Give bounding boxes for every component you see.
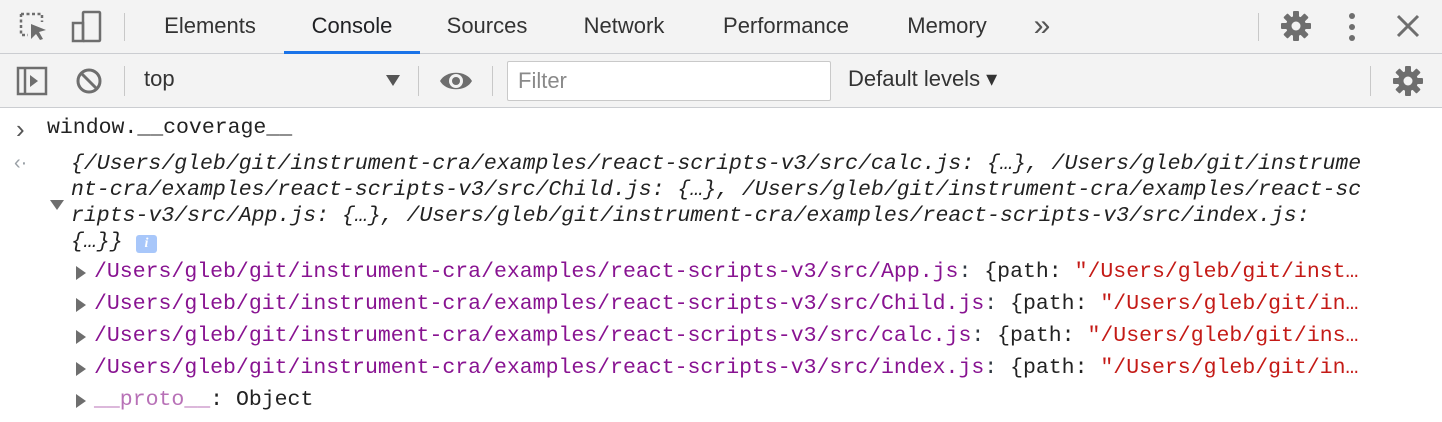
- result-prompt-icon: ‹·: [14, 152, 28, 174]
- clear-console-icon[interactable]: [74, 66, 104, 96]
- property-key: /Users/gleb/git/instrument-cra/examples/…: [94, 260, 959, 284]
- toolbar-divider: [124, 66, 125, 96]
- more-tabs-button[interactable]: »: [1022, 0, 1062, 53]
- tab-sources[interactable]: Sources: [425, 0, 549, 53]
- property-text: /Users/gleb/git/instrument-cra/examples/…: [94, 324, 1414, 348]
- expand-arrow-icon[interactable]: [76, 330, 86, 344]
- property-key: /Users/gleb/git/instrument-cra/examples/…: [94, 324, 972, 348]
- expand-arrow-icon[interactable]: [76, 266, 86, 280]
- property-colon: :: [971, 324, 998, 348]
- inspect-element-icon[interactable]: [18, 11, 50, 43]
- toolbar-divider: [1258, 13, 1259, 41]
- live-expression-eye-icon[interactable]: [438, 67, 474, 95]
- property-preview-label: {path:: [1010, 292, 1101, 316]
- property-preview-value: "/Users/gleb/git/ins…: [1087, 324, 1359, 348]
- object-summary-line: nt-cra/examples/react-scripts-v3/src/Chi…: [71, 178, 1362, 202]
- tab-console[interactable]: Console: [284, 0, 420, 54]
- property-colon: :: [984, 356, 1011, 380]
- info-badge-icon[interactable]: i: [136, 235, 157, 253]
- property-preview-label: {path:: [984, 260, 1075, 284]
- expand-arrow-icon[interactable]: [76, 394, 86, 408]
- property-key: /Users/gleb/git/instrument-cra/examples/…: [94, 356, 985, 380]
- property-row[interactable]: /Users/gleb/git/instrument-cra/examples/…: [76, 292, 1406, 322]
- device-toolbar-icon[interactable]: [70, 10, 104, 44]
- property-text: /Users/gleb/git/instrument-cra/examples/…: [94, 356, 1414, 380]
- property-colon: :: [984, 292, 1011, 316]
- property-text: /Users/gleb/git/instrument-cra/examples/…: [94, 260, 1414, 284]
- expand-arrow-icon[interactable]: [76, 298, 86, 312]
- property-preview-label: {path:: [1010, 356, 1101, 380]
- proto-row[interactable]: __proto__: Object: [76, 388, 1406, 418]
- tab-performance[interactable]: Performance: [700, 0, 872, 53]
- close-icon[interactable]: [1395, 13, 1421, 39]
- filter-input[interactable]: [507, 61, 831, 101]
- log-levels-dropdown[interactable]: Default levels ▾: [848, 66, 997, 92]
- toolbar-divider: [124, 13, 125, 41]
- property-preview-label: {path:: [997, 324, 1088, 348]
- tab-network[interactable]: Network: [560, 0, 688, 53]
- object-summary-line: ripts-v3/src/App.js: {…}, /Users/gleb/gi…: [71, 204, 1310, 228]
- input-prompt-icon: ›: [16, 114, 25, 144]
- property-preview-value: "/Users/gleb/git/in…: [1100, 292, 1359, 316]
- devtools-tab-bar: Elements Console Sources Network Perform…: [0, 0, 1442, 54]
- console-input-echo: window.__coverage__: [47, 116, 293, 140]
- object-summary-line: {/Users/gleb/git/instrument-cra/examples…: [71, 152, 1362, 176]
- property-row[interactable]: /Users/gleb/git/instrument-cra/examples/…: [76, 356, 1406, 386]
- property-preview-value: "/Users/gleb/git/in…: [1100, 356, 1359, 380]
- tab-elements[interactable]: Elements: [145, 0, 275, 53]
- proto-value: Object: [235, 388, 314, 412]
- more-options-icon[interactable]: [1340, 11, 1364, 43]
- toolbar-divider: [1370, 66, 1371, 96]
- property-row[interactable]: /Users/gleb/git/instrument-cra/examples/…: [76, 324, 1406, 354]
- expand-toggle-icon[interactable]: [50, 200, 64, 210]
- property-preview-value: "/Users/gleb/git/inst…: [1074, 260, 1359, 284]
- property-text: /Users/gleb/git/instrument-cra/examples/…: [94, 292, 1414, 316]
- toolbar-divider: [418, 66, 419, 96]
- expand-arrow-icon[interactable]: [76, 362, 86, 376]
- property-row[interactable]: /Users/gleb/git/instrument-cra/examples/…: [76, 260, 1406, 290]
- context-label: top: [144, 66, 175, 91]
- proto-colon: :: [210, 388, 236, 412]
- settings-gear-icon[interactable]: [1280, 10, 1312, 42]
- object-summary-line: {…}}: [71, 230, 123, 254]
- proto-text: __proto__: Object: [94, 388, 313, 412]
- tab-memory[interactable]: Memory: [885, 0, 1009, 53]
- console-settings-gear-icon[interactable]: [1392, 65, 1424, 97]
- chevron-down-icon: [386, 75, 400, 86]
- toolbar-divider: [492, 66, 493, 96]
- console-sidebar-icon[interactable]: [16, 66, 48, 96]
- property-key: /Users/gleb/git/instrument-cra/examples/…: [94, 292, 985, 316]
- context-selector[interactable]: top: [132, 54, 410, 107]
- property-colon: :: [958, 260, 985, 284]
- proto-key: __proto__: [94, 388, 211, 412]
